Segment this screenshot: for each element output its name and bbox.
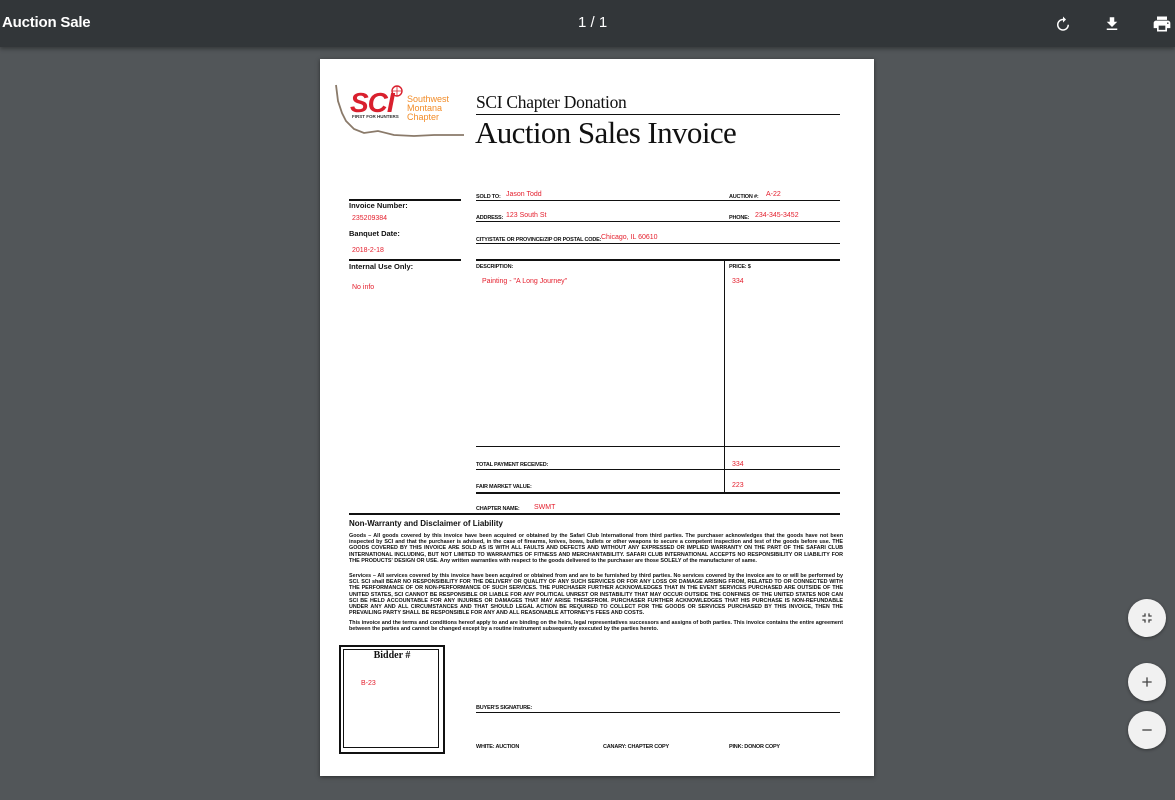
disclaimer-heading: Non-Warranty and Disclaimer of Liability <box>349 519 503 528</box>
phone-value: 234-345-3452 <box>755 212 799 219</box>
plus-icon <box>1142 677 1152 687</box>
total-payment-label: TOTAL PAYMENT RECEIVED: <box>476 462 549 468</box>
price-label: PRICE: $ <box>729 264 751 270</box>
table-top-rule <box>476 259 840 261</box>
price-value: 334 <box>732 278 744 285</box>
left-rule <box>349 259 461 261</box>
form-rule <box>476 446 840 447</box>
form-rule <box>476 243 840 244</box>
copy-canary: CANARY: CHAPTER COPY <box>603 744 669 750</box>
bidder-box: Bidder # B-23 <box>339 645 445 754</box>
internal-use-value: No info <box>352 284 375 291</box>
minus-icon <box>1142 729 1152 731</box>
auction-number-value: A-22 <box>766 191 781 198</box>
document-main-title: Auction Sales Invoice <box>475 115 737 150</box>
viewer-toolbar: Auction Sale 1 / 1 <box>0 0 1175 47</box>
buyer-signature-label: BUYER'S SIGNATURE: <box>476 705 532 711</box>
disclaimer-services: Services – All services covered by this … <box>349 573 843 617</box>
form-rule <box>476 492 840 494</box>
address-value: 123 South St <box>506 212 547 219</box>
sold-to-value: Jason Todd <box>506 191 542 198</box>
print-button[interactable] <box>1150 12 1174 36</box>
fit-to-page-icon <box>1142 613 1152 623</box>
description-label: DESCRIPTION: <box>476 264 514 270</box>
banquet-date-label: Banquet Date: <box>349 229 400 238</box>
pdf-page: SCI FIRST FOR HUNTERS Southwest Montana … <box>320 59 874 776</box>
copy-pink: PINK: DONOR COPY <box>729 744 780 750</box>
fair-market-label: FAIR MARKET VALUE: <box>476 484 532 490</box>
bidder-value: B-23 <box>361 680 376 687</box>
form-rule <box>476 469 840 470</box>
sci-chapter-logo: SCI FIRST FOR HUNTERS Southwest Montana … <box>334 81 469 147</box>
total-payment-value: 334 <box>732 461 744 468</box>
description-value: Painting - "A Long Journey" <box>482 278 568 285</box>
chapter-name-label: CHAPTER NAME: <box>476 506 520 512</box>
form-rule <box>476 221 840 222</box>
chapter-name-value: SWMT <box>534 504 556 511</box>
disclaimer-binding: This invoice and the terms and condition… <box>349 620 843 633</box>
copy-white: WHITE: AUCTION <box>476 744 520 750</box>
sci-tagline: FIRST FOR HUNTERS <box>352 114 399 119</box>
download-button[interactable] <box>1100 12 1124 36</box>
rotate-icon <box>1057 16 1069 31</box>
zoom-in-button[interactable] <box>1128 663 1166 701</box>
invoice-number-label: Invoice Number: <box>349 201 408 210</box>
internal-use-label: Internal Use Only: <box>349 262 414 271</box>
bidder-label: Bidder # <box>373 650 411 661</box>
document-subtitle: SCI Chapter Donation <box>476 92 627 112</box>
fit-to-page-button[interactable] <box>1128 599 1166 637</box>
section-rule <box>349 513 840 515</box>
table-divider <box>724 261 725 493</box>
form-rule <box>476 200 840 201</box>
city-value: Chicago, IL 60610 <box>601 234 658 241</box>
rotate-button[interactable] <box>1051 12 1075 36</box>
zoom-out-button[interactable] <box>1128 711 1166 749</box>
chapter-line: Chapter <box>407 112 440 122</box>
disclaimer-goods: Goods – All goods covered by this invoic… <box>349 533 843 564</box>
fair-market-value: 223 <box>732 482 744 489</box>
banquet-date-value: 2018-2-18 <box>352 247 384 254</box>
download-icon <box>1106 17 1118 30</box>
document-title: Auction Sale <box>2 14 91 31</box>
chapter-name-logo: Southwest Montana Chapter <box>407 95 449 122</box>
page-indicator: 1 / 1 <box>578 14 608 31</box>
signature-line <box>476 712 840 714</box>
invoice-number-value: 235209384 <box>352 215 388 222</box>
print-icon <box>1153 16 1171 32</box>
